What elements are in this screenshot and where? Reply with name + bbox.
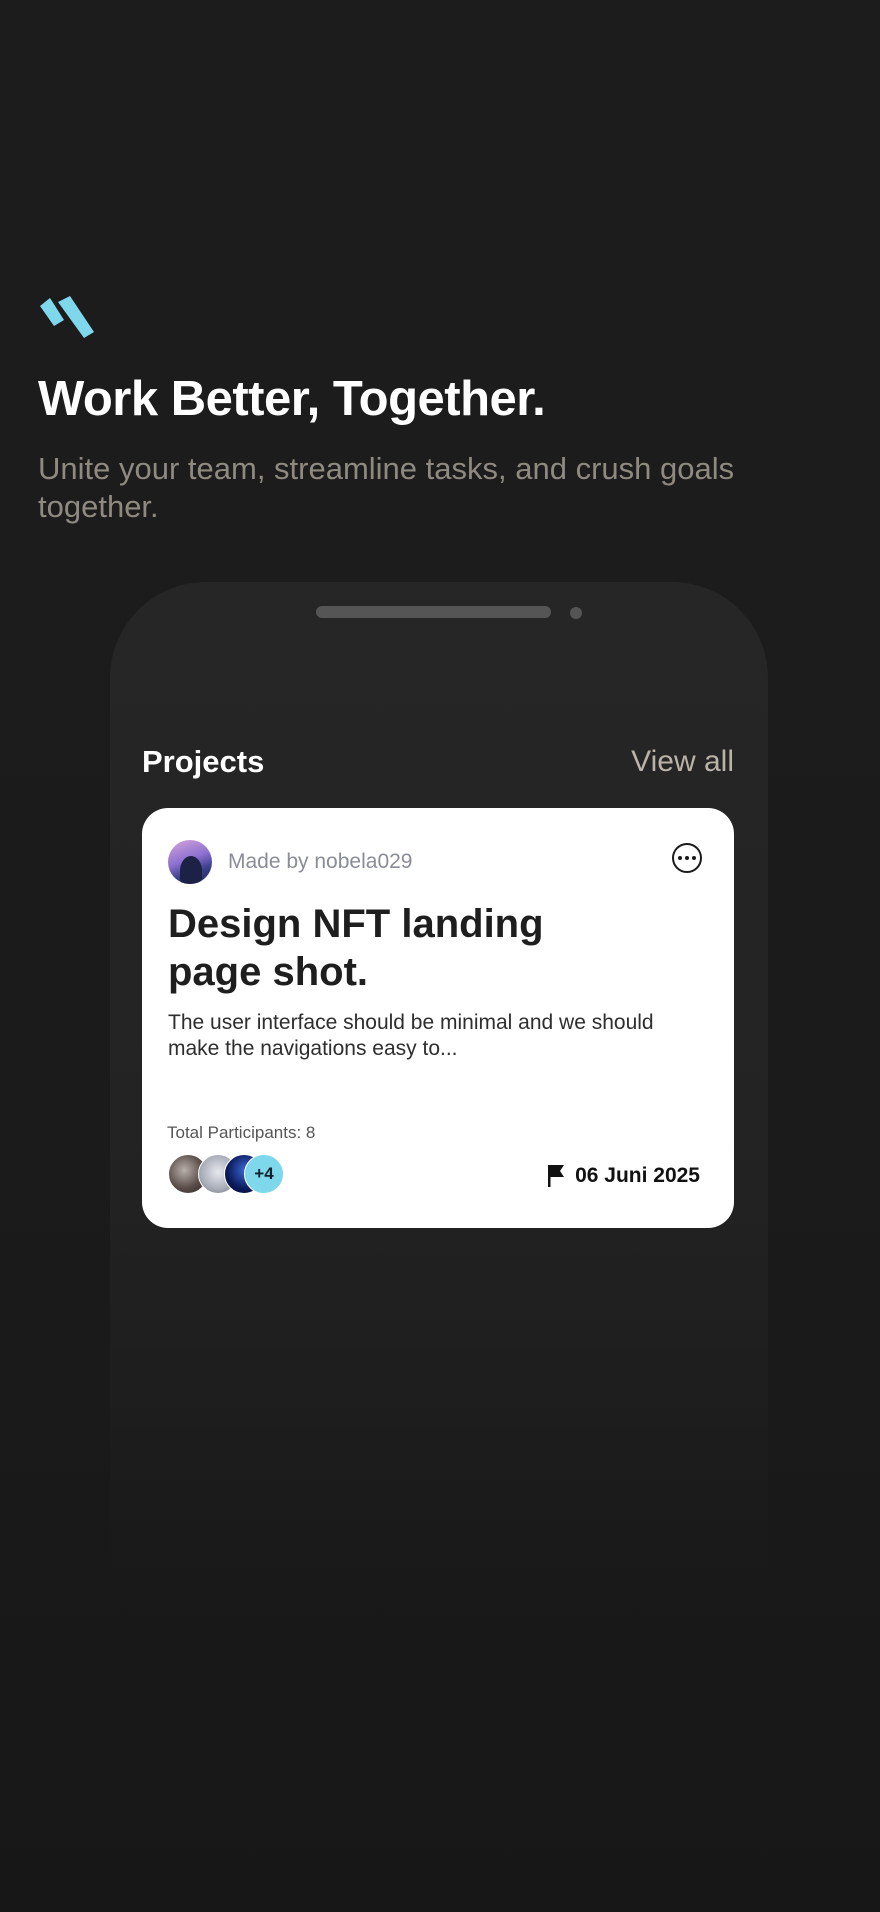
participant-avatars: +4 — [168, 1154, 308, 1196]
projects-section-title: Projects — [142, 744, 265, 779]
due-date: 06 Juni 2025 — [575, 1164, 700, 1187]
onboarding-screen: Work Better, Together. Unite your team, … — [0, 0, 880, 1912]
project-author: Made by nobela029 — [228, 850, 413, 873]
hero-headline: Work Better, Together. — [38, 372, 546, 426]
view-all-link[interactable]: View all — [631, 742, 734, 782]
phone-speaker — [316, 606, 551, 618]
project-description: The user interface should be minimal and… — [168, 1011, 654, 1060]
author-avatar — [168, 840, 212, 884]
flag-icon — [548, 1165, 565, 1187]
hero-subhead: Unite your team, streamline tasks, and c… — [38, 451, 735, 524]
project-card[interactable]: Made by nobela029 Design NFT landing pag… — [142, 808, 734, 1228]
more-options-icon[interactable] — [672, 843, 702, 873]
phone-camera — [570, 607, 582, 619]
project-title: Design NFT landing page shot. — [168, 902, 544, 994]
app-logo-icon — [40, 296, 94, 338]
due-date-group: 06 Juni 2025 — [547, 1163, 700, 1189]
participants-count: Total Participants: 8 — [167, 1123, 316, 1142]
extra-participants-badge: +4 — [244, 1154, 284, 1194]
